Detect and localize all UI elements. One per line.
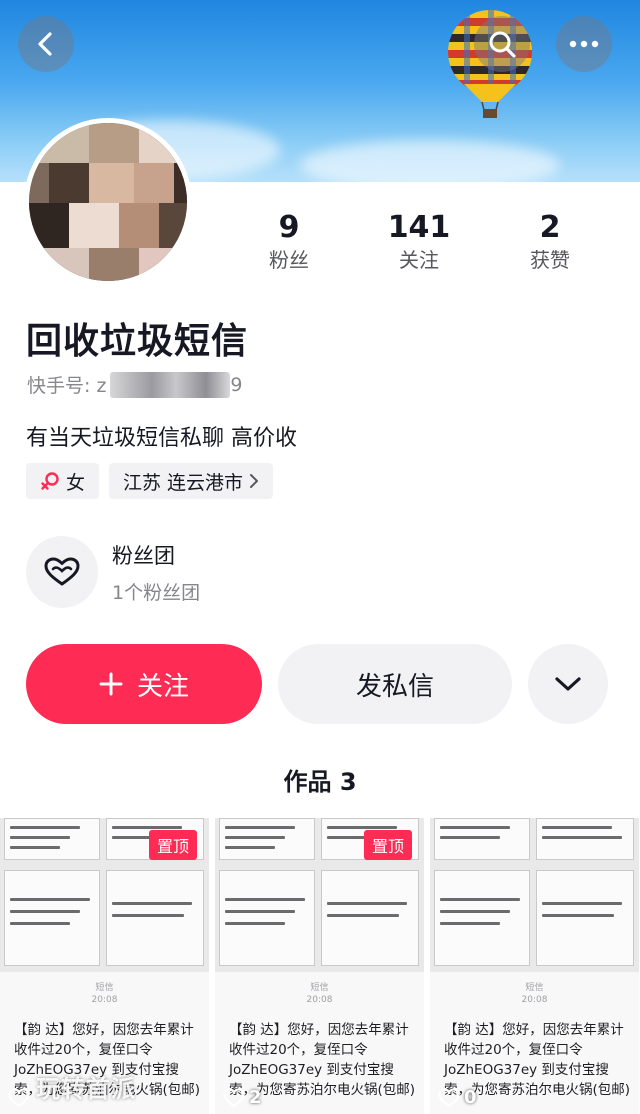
watermark: 玩转首派 [36,1075,136,1103]
works-title: 作品 3 [283,768,357,796]
pinned-badge: 置顶 [363,830,412,860]
gender-tag: 女 [26,463,100,499]
sms-header: 短信 20:08 [306,983,333,1005]
heart-mask-icon [44,557,80,586]
work-thumbnail[interactable]: 置顶 短信 20:08 【韵 达】您好，因您去年累计收件过20个，复侄口令JoZ… [0,818,209,1114]
profile-bio: 有当天垃圾短信私聊 高价收 [26,426,297,451]
profile-nickname: 回收垃圾短信 [26,321,249,362]
message-button[interactable]: 发私信 [278,644,512,724]
location-label: 江苏 连云港市 [123,471,244,494]
works-grid: 置顶 短信 20:08 【韵 达】您好，因您去年累计收件过20个，复侄口令JoZ… [0,818,640,1114]
stat-following[interactable]: 141 关注 [359,210,479,274]
stat-value: 2 [539,210,561,245]
search-button[interactable] [474,16,530,72]
chevron-left-icon [38,32,52,56]
location-tag[interactable]: 江苏 连云港市 [109,463,274,499]
stat-value: 9 [278,210,300,245]
like-value: 0 [464,1087,477,1108]
profile-id-mask [110,371,231,398]
fan-club-entry[interactable]: 粉丝团 1个粉丝团 [26,536,606,608]
female-icon [41,472,59,490]
more-button[interactable] [556,16,612,72]
like-value: 2 [249,1087,262,1108]
sms-header: 短信 20:08 [521,983,548,1005]
heart-outline-icon [8,1088,30,1108]
plus-icon [99,672,123,696]
works-tab[interactable]: 作品 3 [0,762,640,797]
chevron-right-icon [250,474,259,488]
stat-label: 粉丝 [269,248,309,272]
like-count: 2 [223,1087,262,1108]
stat-fans[interactable]: 9 粉丝 [229,210,349,274]
follow-button[interactable]: 关注 [26,644,262,724]
profile-actions: 关注 发私信 [0,644,640,724]
like-count: 0 [438,1087,477,1108]
follow-label: 关注 [136,671,189,702]
expand-button[interactable] [528,644,608,724]
cloud [300,140,560,182]
fan-club-subtitle: 1个粉丝团 [112,582,201,604]
search-icon [489,31,516,58]
fan-club-icon-wrap [26,536,98,608]
profile-stats: 9 粉丝 141 关注 2 获赞 [0,210,640,280]
fan-club-title: 粉丝团 [112,544,175,568]
pinned-badge: 置顶 [148,830,197,860]
message-label: 发私信 [355,671,434,702]
sms-header: 短信 20:08 [91,983,118,1005]
like-count [8,1088,34,1108]
heart-outline-icon [438,1087,460,1107]
profile-id-label: 快手号: z [27,375,107,397]
stat-value: 141 [387,210,451,245]
work-thumbnail[interactable]: 短信 20:08 【韵 达】您好，因您去年累计收件过20个，复侄口令JoZhEO… [430,818,639,1114]
stat-label: 关注 [399,248,439,272]
more-horizontal-icon [569,40,599,48]
stat-label: 获赞 [530,248,570,272]
gender-label: 女 [66,471,86,494]
profile-tags: 女 江苏 连云港市 [26,463,274,499]
profile-id[interactable]: 快手号: z 9 [27,371,243,398]
chevron-down-icon [555,677,581,691]
stat-likes[interactable]: 2 获赞 [490,210,610,274]
work-thumbnail[interactable]: 置顶 短信 20:08 【韵 达】您好，因您去年累计收件过20个，复侄口令JoZ… [215,818,424,1114]
back-button[interactable] [18,16,74,72]
heart-outline-icon [223,1087,245,1107]
profile-id-tail: 9 [230,373,243,396]
